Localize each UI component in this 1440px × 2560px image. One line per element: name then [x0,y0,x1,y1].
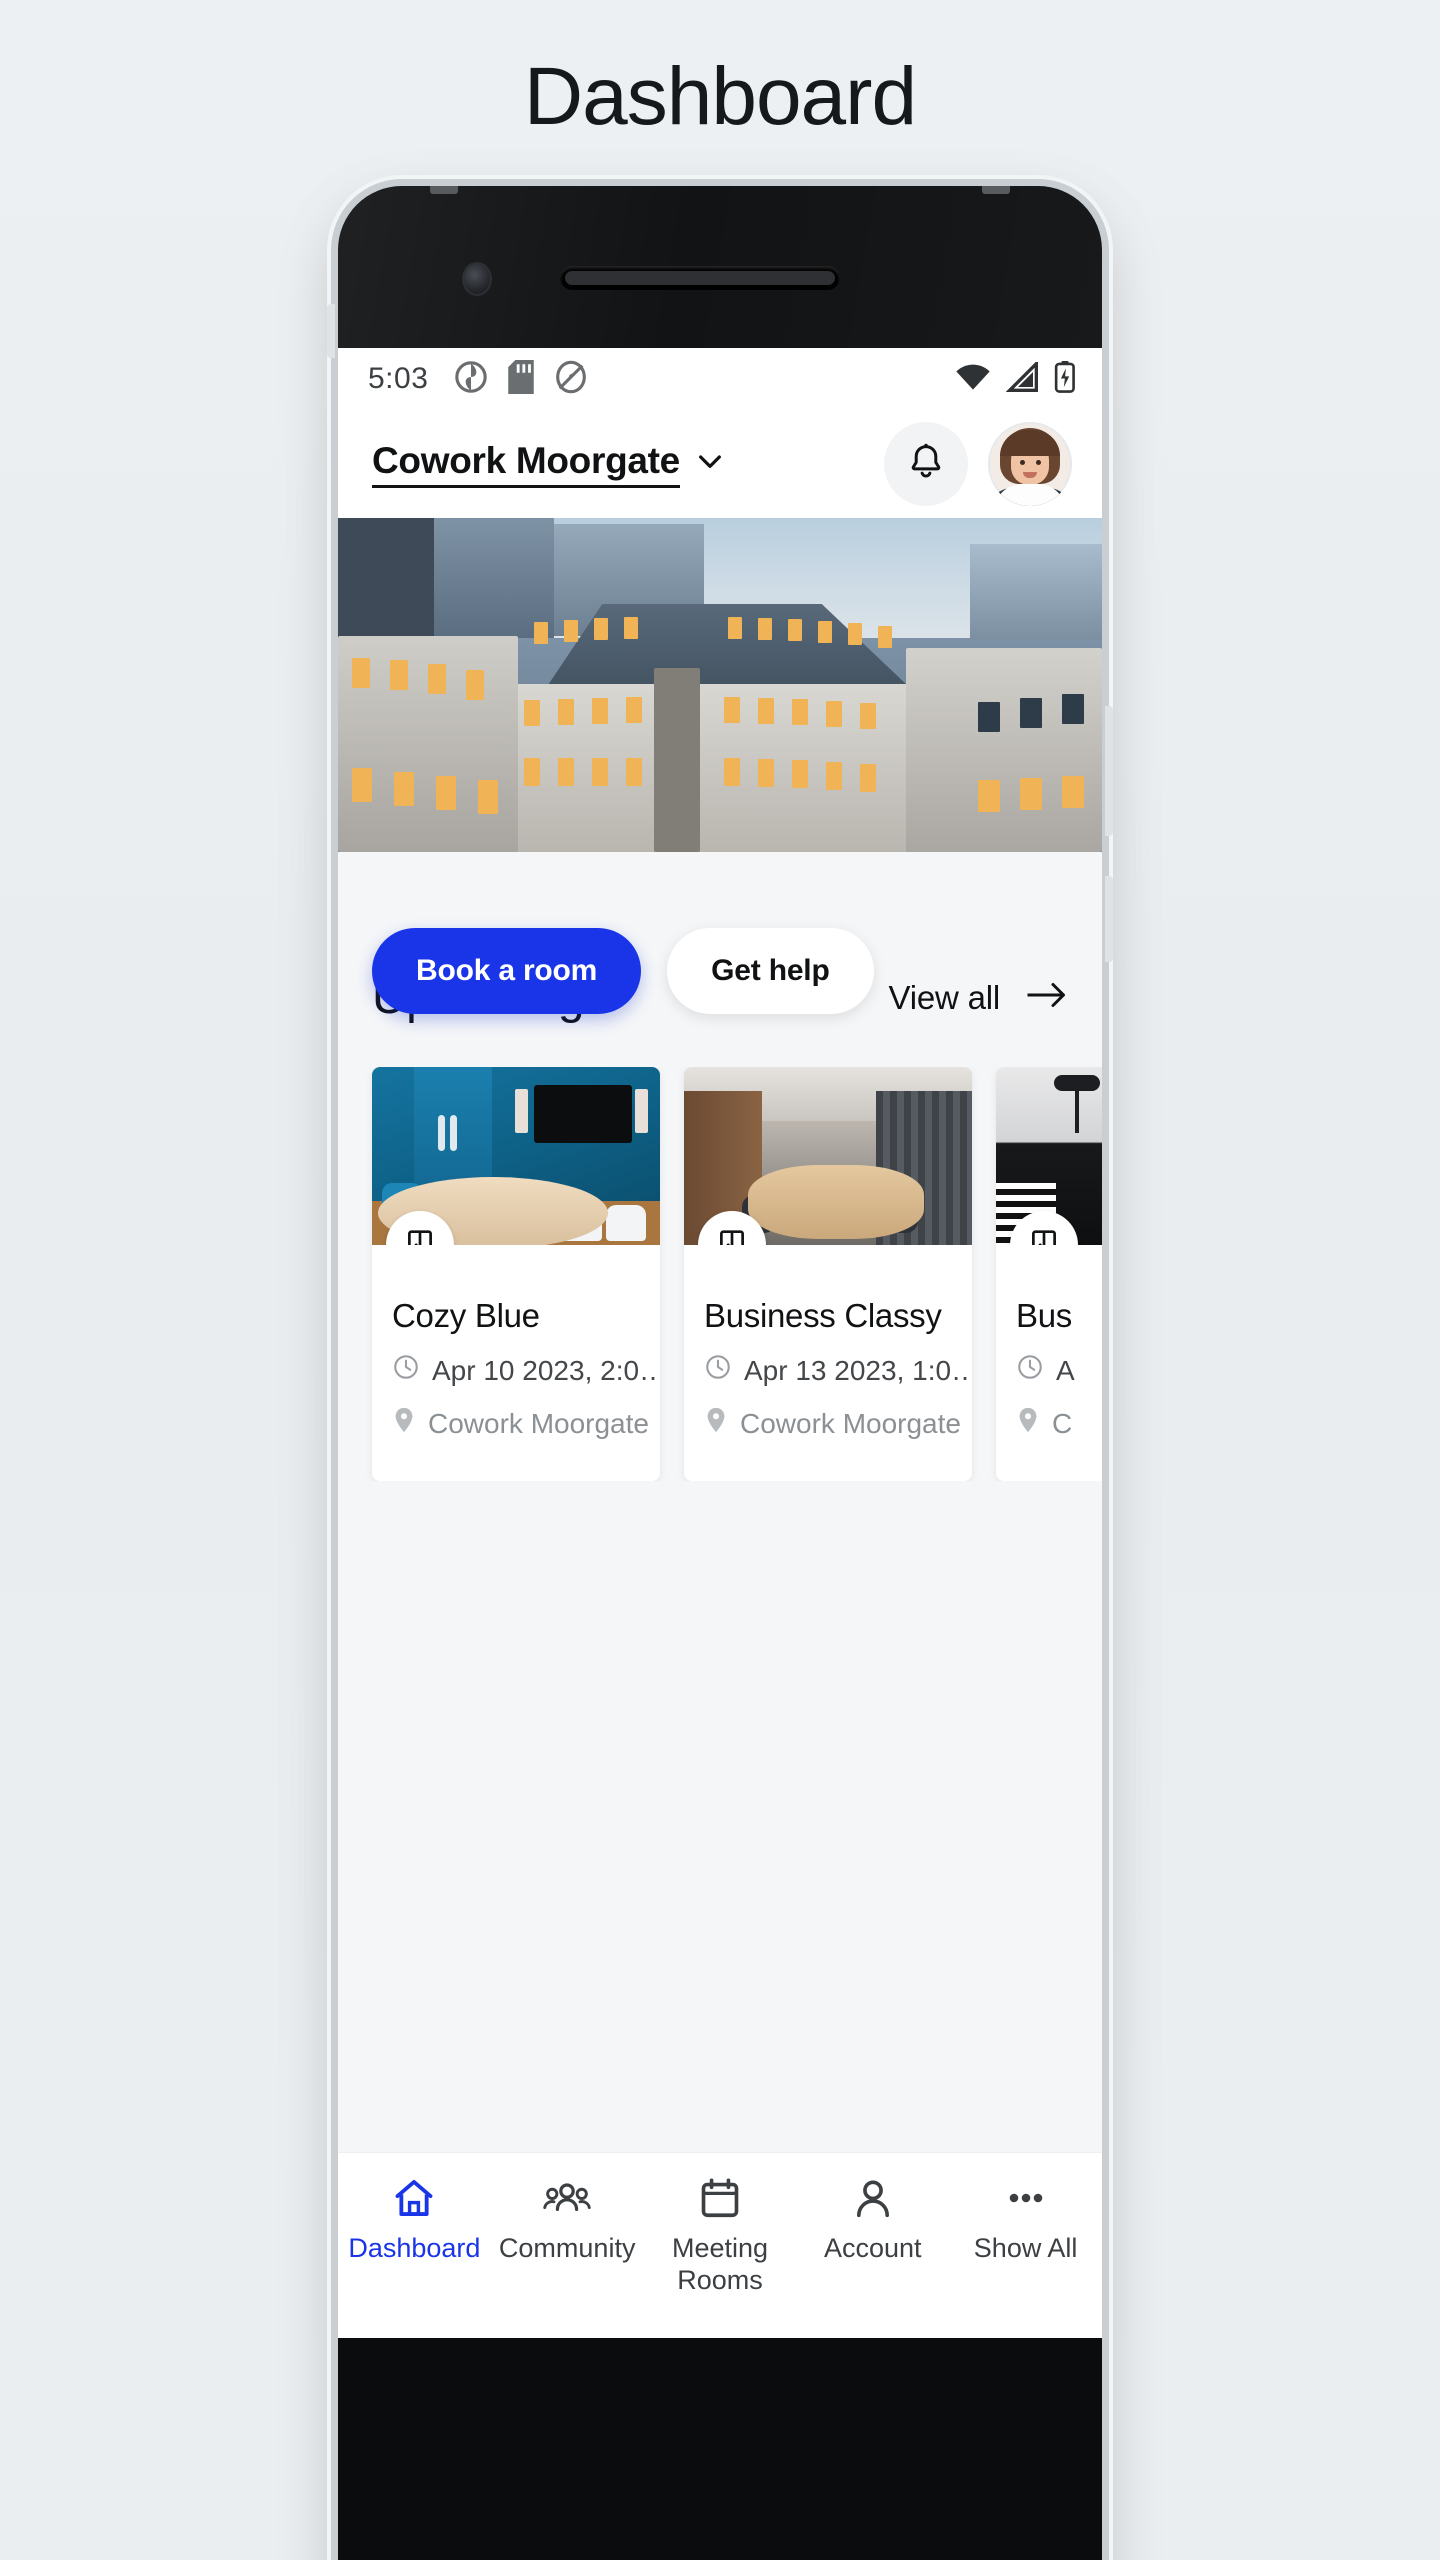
card-body: Bus A C [996,1245,1102,1481]
card-title: Cozy Blue [392,1297,540,1334]
shutter-icon [454,360,488,399]
room-table-wood [748,1165,924,1239]
front-camera-icon [462,262,492,296]
get-help-button[interactable]: Get help [667,928,874,1014]
hero-building-right-glass [970,544,1102,640]
sd-card-icon [508,359,535,399]
hero-building-glass [434,518,554,638]
person-icon [850,2175,896,2221]
card-location-row: C [1016,1406,1102,1441]
nav-item-show-all[interactable]: Show All [949,2175,1102,2265]
nav-label-account: Account [824,2233,922,2263]
list-item[interactable]: Business Classy Apr 13 2023, 1:0… Cowork… [684,1067,972,1481]
phone-bottom-bezel [338,2338,1102,2560]
nav-label-dashboard: Dashboard [348,2233,481,2263]
nav-label-meeting-rooms: Meeting Rooms [671,2233,769,2295]
card-location: Cowork Moorgate [428,1407,649,1439]
bell-icon [905,441,947,488]
nav-item-dashboard[interactable]: Dashboard [338,2175,491,2265]
card-image-business-classy [684,1067,972,1245]
card-body: Cozy Blue Apr 10 2023, 2:0… Cowork Moorg… [372,1245,660,1481]
hero-image [338,518,1102,852]
status-bar-clock: 5:03 [368,362,429,395]
location-name: Cowork Moorgate [372,440,680,488]
avatar-fringe [1000,430,1060,456]
card-time: Apr 13 2023, 1:0… [744,1354,972,1386]
no-location-icon [554,360,588,399]
room-chair-5 [606,1205,646,1241]
bottom-navigation: Dashboard Community Meeting Rooms Accoun… [338,2152,1102,2338]
hero-right-facade [906,648,1102,852]
card-time: A [1056,1354,1075,1386]
nav-item-community[interactable]: Community [491,2175,644,2265]
people-icon [543,2175,591,2221]
clock-icon [392,1353,420,1388]
cellular-signal-icon [1005,359,1040,397]
pin-icon [704,1406,728,1441]
home-icon [391,2175,437,2221]
nav-item-meeting-rooms[interactable]: Meeting Rooms [644,2175,797,2297]
phone-power-button[interactable] [1105,876,1113,962]
arrow-right-icon[interactable] [1026,980,1068,1015]
nav-label-show-all: Show All [973,2233,1078,2263]
avatar-eye-right [1036,460,1041,465]
location-selector[interactable]: Cowork Moorgate [372,440,726,488]
chevron-down-icon [694,445,726,482]
phone-screen: 5:03 Cowork Moorgate Book a room Get hel… [338,348,1102,2338]
notifications-button[interactable] [884,422,968,506]
phone-mockup: 5:03 Cowork Moorgate Book a room Get hel… [327,186,1113,2560]
avatar[interactable] [988,422,1072,506]
clock-icon [1016,1353,1044,1388]
upcoming-cards-list[interactable]: Cozy Blue Apr 10 2023, 2:0… Cowork Moorg… [338,1067,1102,1481]
card-time-row: Apr 13 2023, 1:0… [704,1353,972,1388]
room-speaker-left [515,1089,528,1133]
card-image-third [996,1067,1102,1245]
earpiece-speaker [560,266,840,290]
clock-icon [704,1353,732,1388]
room-speaker-right [635,1089,648,1133]
card-location: Cowork Moorgate [740,1407,961,1439]
avatar-collar [994,484,1066,506]
view-all-link[interactable]: View all [888,979,1000,1017]
calendar-icon [697,2175,743,2221]
status-bar-notification-icons [454,359,588,399]
book-a-room-button[interactable]: Book a room [372,928,642,1014]
card-time: Apr 10 2023, 2:0… [432,1354,660,1386]
card-time-row: Apr 10 2023, 2:0… [392,1353,660,1388]
card-location: C [1052,1407,1073,1439]
card-title: Business Classy [704,1297,942,1334]
phone-mute-button[interactable] [327,304,335,358]
app-header: Cowork Moorgate [338,410,1102,518]
hero-actions: Book a room Get help [372,928,874,1014]
card-location-row: Cowork Moorgate [392,1406,649,1441]
page-title: Dashboard [523,51,917,142]
card-location-row: Cowork Moorgate [704,1406,961,1441]
room-door-handle-2 [450,1115,457,1151]
pin-icon [1016,1406,1040,1441]
pin-icon [392,1406,416,1441]
phone-top-vent-left [430,186,458,194]
phone-volume-button[interactable] [1105,706,1113,836]
list-item[interactable]: Cozy Blue Apr 10 2023, 2:0… Cowork Moorg… [372,1067,660,1481]
main-content: Book a room Get help Upcoming View all [338,852,1102,2338]
ellipsis-icon [1002,2175,1050,2221]
list-item[interactable]: Bus A C [996,1067,1102,1481]
card-body: Business Classy Apr 13 2023, 1:0… Cowork… [684,1245,972,1481]
hero-street [654,668,700,852]
room-door-handle-1 [438,1115,445,1151]
card-image-cozy-blue [372,1067,660,1245]
room-lamp-stem [1075,1089,1079,1133]
status-bar: 5:03 [338,348,1102,410]
battery-charging-icon [1054,360,1076,398]
wifi-icon [954,362,992,397]
nav-item-account[interactable]: Account [796,2175,949,2265]
avatar-eye-left [1020,460,1025,465]
phone-top-vent-right [982,186,1010,194]
status-bar-system-icons [954,359,1076,398]
card-title: Bus [1016,1297,1072,1334]
room-tv [534,1085,632,1143]
nav-label-community: Community [498,2233,636,2263]
card-time-row: A [1016,1353,1102,1388]
